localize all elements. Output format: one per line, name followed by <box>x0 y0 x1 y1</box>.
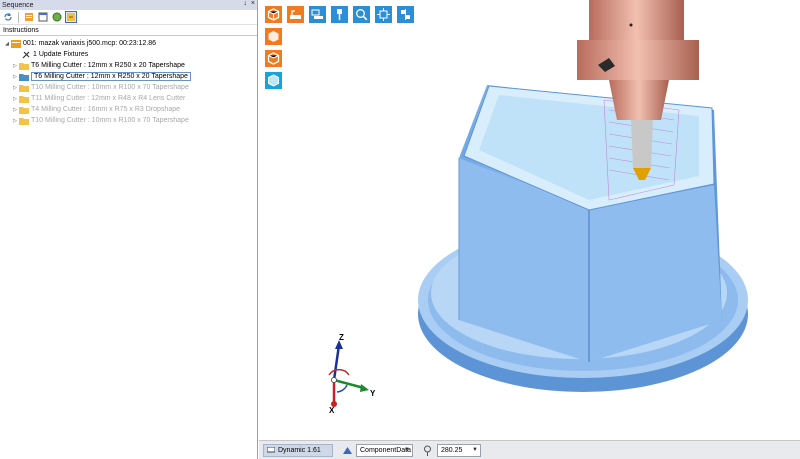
tree-item[interactable]: ▷ T10 Milling Cutter : 10mm x R100 x 70 … <box>0 115 257 126</box>
toolpath-folder-icon <box>19 84 29 92</box>
sync-icon <box>67 13 75 21</box>
tree-item[interactable]: ▷ T6 Milling Cutter : 12mm x R250 x 20 T… <box>0 60 257 71</box>
axis-triad <box>328 340 369 407</box>
list-orange-icon <box>25 13 33 21</box>
toolbar-button-3[interactable] <box>51 11 63 23</box>
y-arrow-icon <box>360 384 369 392</box>
fixture-icon <box>22 51 30 58</box>
tree-update-fixtures[interactable]: 1 Update Fixtures <box>0 49 257 60</box>
toolpath-folder-icon <box>19 62 29 70</box>
instructions-header: Instructions <box>0 25 257 36</box>
toolbar-button-1[interactable] <box>23 11 35 23</box>
value-select[interactable]: 280.25 ▼ <box>437 443 481 457</box>
chevron-down-icon: ▼ <box>472 446 478 453</box>
sequence-titlebar: Sequence ↓ × <box>0 0 257 10</box>
component-select[interactable]: ComponentData ▼ <box>356 443 413 457</box>
value-select-value: 280.25 <box>441 446 463 454</box>
axis-y-label: Y <box>370 389 376 398</box>
instruction-tree: ◢ 001: mazak variaxis j500.mcp: 00:23:12… <box>0 36 257 126</box>
toolpath-folder-icon <box>19 106 29 114</box>
toolbar-button-4[interactable] <box>65 11 77 23</box>
refresh-icon <box>4 13 12 21</box>
component-icon <box>343 446 352 454</box>
collapse-icon[interactable]: ◢ <box>3 41 11 47</box>
dynamic-mode-button[interactable]: Dynamic 1.61 <box>263 443 333 457</box>
toolpath-folder-icon <box>19 117 29 125</box>
tree-item-label: T6 Milling Cutter : 12mm x R250 x 20 Tap… <box>31 72 191 81</box>
globe-icon <box>52 12 62 22</box>
tree-item-label: T11 Milling Cutter : 12mm x R48 x R4 Len… <box>31 95 186 102</box>
expand-icon[interactable]: ▷ <box>11 74 19 80</box>
refresh-button[interactable] <box>2 11 14 23</box>
expand-icon[interactable]: ▷ <box>11 85 19 91</box>
tree-item-selected[interactable]: ▷ T6 Milling Cutter : 12mm x R250 x 20 T… <box>0 71 257 82</box>
tolerance-icon <box>424 445 431 456</box>
toolpath-folder-icon <box>19 95 29 103</box>
3d-viewport[interactable]: Z X Y <box>259 0 800 440</box>
tree-item-label: T10 Milling Cutter : 10mm x R100 x 70 Ta… <box>31 84 189 91</box>
axis-x-label: X <box>329 406 335 415</box>
panel-title: Sequence <box>2 1 34 9</box>
table-icon <box>38 12 48 22</box>
tree-root-label: 001: mazak variaxis j500.mcp: 00:23:12.8… <box>23 40 157 47</box>
expand-icon[interactable]: ▷ <box>11 107 19 113</box>
toolpath-folder-icon <box>19 73 29 81</box>
axis-z-label: Z <box>339 333 344 342</box>
toolbar-button-2[interactable] <box>37 11 49 23</box>
pin-icon[interactable]: ↓ <box>243 0 247 7</box>
status-bar: Dynamic 1.61 ComponentData ▼ 280.25 ▼ <box>259 440 800 459</box>
tree-item[interactable]: ▷ T4 Milling Cutter : 16mm x R75 x R3 Dr… <box>0 104 257 115</box>
expand-icon[interactable]: ▷ <box>11 96 19 102</box>
close-icon[interactable]: × <box>251 0 255 7</box>
monitor-icon <box>267 446 275 452</box>
tree-item[interactable]: ▷ T10 Milling Cutter : 10mm x R100 x 70 … <box>0 82 257 93</box>
expand-icon[interactable]: ▷ <box>11 118 19 124</box>
dynamic-mode-label: Dynamic 1.61 <box>278 446 321 454</box>
expand-icon[interactable]: ▷ <box>11 63 19 69</box>
chevron-down-icon: ▼ <box>404 446 410 453</box>
program-icon <box>11 39 21 48</box>
sequence-panel: Sequence ↓ × Instructions ◢ 001: mazak v… <box>0 0 258 459</box>
tree-item[interactable]: ▷ T11 Milling Cutter : 12mm x R48 x R4 L… <box>0 93 257 104</box>
tree-item-label: T6 Milling Cutter : 12mm x R250 x 20 Tap… <box>31 62 185 69</box>
tree-root[interactable]: ◢ 001: mazak variaxis j500.mcp: 00:23:12… <box>0 38 257 49</box>
tree-item-label: T4 Milling Cutter : 16mm x R75 x R3 Drop… <box>31 106 180 113</box>
toolbar-separator <box>18 11 19 23</box>
tree-item-label: T10 Milling Cutter : 10mm x R100 x 70 Ta… <box>31 117 189 124</box>
tree-update-label: 1 Update Fixtures <box>33 51 89 58</box>
sequence-toolbar <box>0 10 257 25</box>
